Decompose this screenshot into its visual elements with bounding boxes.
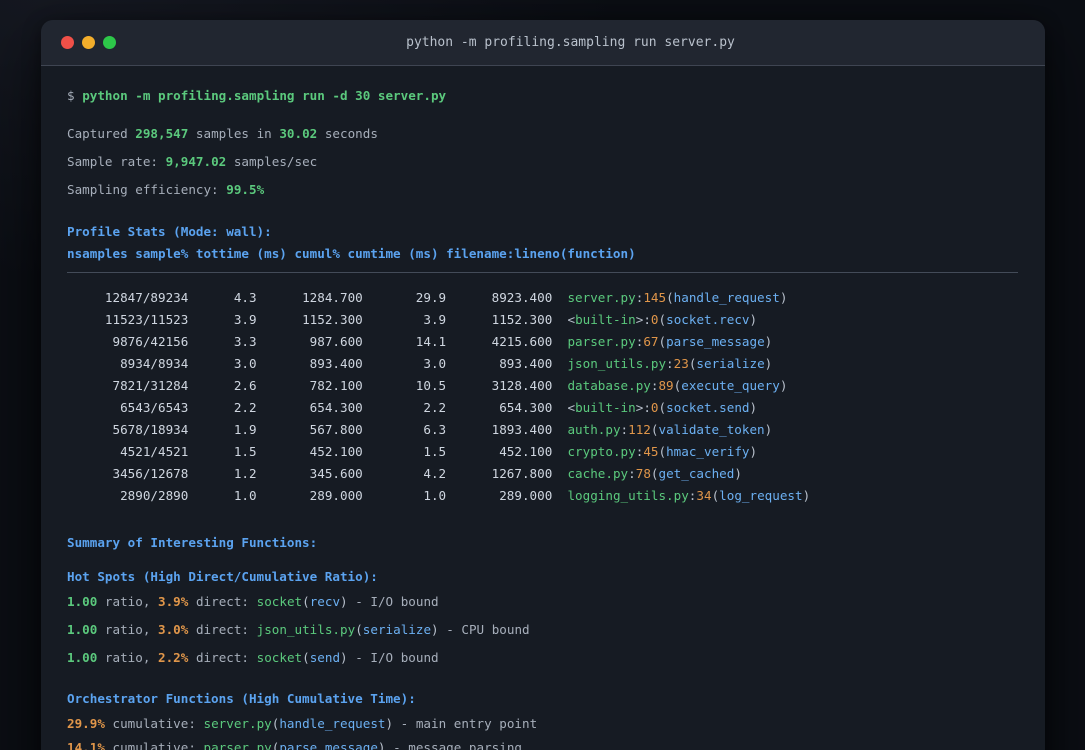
close-button[interactable] (61, 36, 74, 49)
profile-columns-header: nsamples sample% tottime (ms) cumul% cum… (67, 246, 636, 261)
capture-stats: Captured 298,547 samples in 30.02 second… (67, 123, 1018, 201)
table-separator (67, 272, 1018, 273)
orchestrator-line: 14.1% cumulative: parser.py(parse_messag… (67, 740, 522, 750)
table-row: 11523/11523 3.9 1152.300 3.9 1152.300 <b… (67, 312, 758, 327)
capture-stat-line: Captured 298,547 samples in 30.02 second… (67, 126, 378, 141)
shell-prompt: $ (67, 88, 75, 103)
table-row: 3456/12678 1.2 345.600 4.2 1267.800 cach… (67, 466, 742, 481)
command-text: python -m profiling.sampling run -d 30 s… (82, 88, 447, 103)
capture-stat-line: Sample rate: 9,947.02 samples/sec (67, 154, 318, 169)
minimize-button[interactable] (82, 36, 95, 49)
table-row: 9876/42156 3.3 987.600 14.1 4215.600 par… (67, 334, 773, 349)
desktop-background: python -m profiling.sampling run server.… (0, 0, 1085, 750)
table-row: 5678/18934 1.9 567.800 6.3 1893.400 auth… (67, 422, 773, 437)
summary-heading: Summary of Interesting Functions: (67, 535, 318, 550)
table-row: 4521/4521 1.5 452.100 1.5 452.100 crypto… (67, 444, 758, 459)
terminal-window: python -m profiling.sampling run server.… (41, 20, 1045, 750)
terminal-titlebar[interactable]: python -m profiling.sampling run server.… (41, 20, 1045, 66)
profile-table: 12847/89234 4.3 1284.700 29.9 8923.400 s… (67, 287, 1018, 507)
orchestrators-heading: Orchestrator Functions (High Cumulative … (67, 691, 416, 706)
traffic-lights (61, 36, 116, 49)
orchestrator-line: 29.9% cumulative: server.py(handle_reque… (67, 716, 538, 731)
hot-spot-line: 1.00 ratio, 3.9% direct: socket(recv) - … (67, 594, 439, 609)
terminal-content: $ python -m profiling.sampling run -d 30… (41, 66, 1045, 750)
hot-spot-line: 1.00 ratio, 3.0% direct: json_utils.py(s… (67, 622, 530, 637)
orchestrators-list: 29.9% cumulative: server.py(handle_reque… (67, 713, 1018, 750)
table-row: 6543/6543 2.2 654.300 2.2 654.300 <built… (67, 400, 758, 415)
profile-stats-heading: Profile Stats (Mode: wall): (67, 224, 272, 239)
table-row: 2890/2890 1.0 289.000 1.0 289.000 loggin… (67, 488, 811, 503)
maximize-button[interactable] (103, 36, 116, 49)
hot-spots-list: 1.00 ratio, 3.9% direct: socket(recv) - … (67, 591, 1018, 669)
table-row: 7821/31284 2.6 782.100 10.5 3128.400 dat… (67, 378, 788, 393)
hot-spots-heading: Hot Spots (High Direct/Cumulative Ratio)… (67, 569, 378, 584)
table-row: 12847/89234 4.3 1284.700 29.9 8923.400 s… (67, 290, 788, 305)
command-line: $ python -m profiling.sampling run -d 30… (67, 85, 1018, 107)
hot-spot-line: 1.00 ratio, 2.2% direct: socket(send) - … (67, 650, 439, 665)
capture-stat-line: Sampling efficiency: 99.5% (67, 182, 265, 197)
window-title: python -m profiling.sampling run server.… (406, 35, 735, 50)
table-row: 8934/8934 3.0 893.400 3.0 893.400 json_u… (67, 356, 773, 371)
